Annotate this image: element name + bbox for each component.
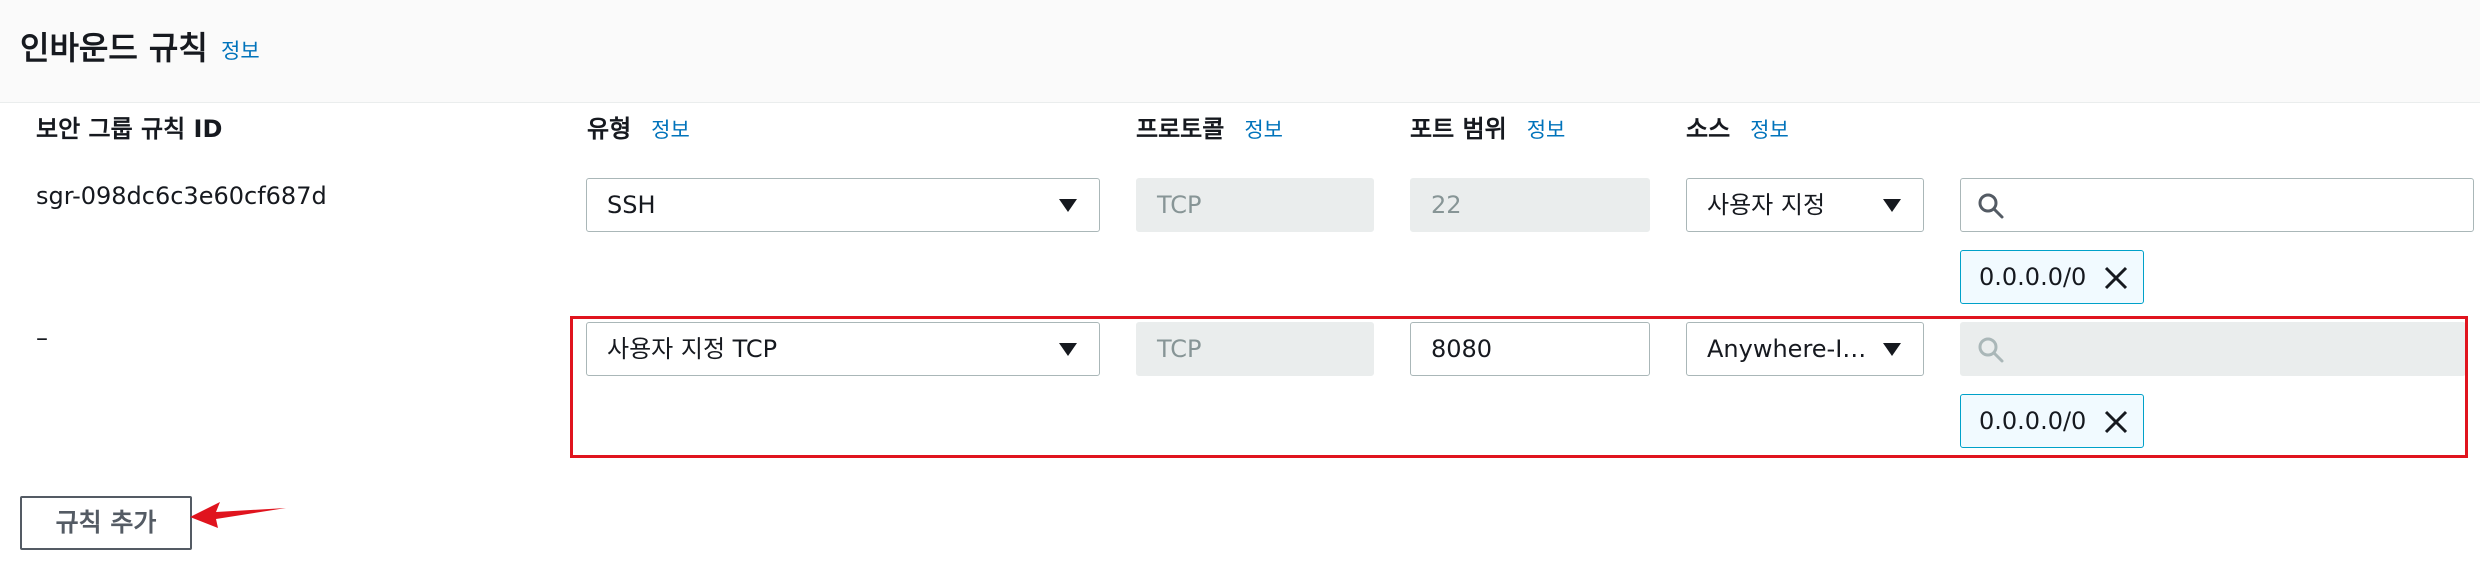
page-title: 인바운드 규칙: [20, 29, 208, 67]
column-header-rule-id: 보안 그룹 규칙 ID: [36, 112, 222, 146]
cidr-token: 0.0.0.0/0: [1960, 250, 2144, 304]
column-label: 보안 그룹 규칙 ID: [36, 115, 223, 143]
column-header-type: 유형 정보: [587, 112, 690, 147]
type-info-link[interactable]: 정보: [651, 118, 690, 142]
column-header-source: 소스 정보: [1686, 112, 1789, 147]
source-search-input[interactable]: [1960, 178, 2474, 232]
rule-id: –: [36, 324, 48, 352]
cidr-token-label: 0.0.0.0/0: [1979, 263, 2087, 291]
panel-header: 인바운드 규칙 정보: [0, 0, 2480, 103]
source-info-link[interactable]: 정보: [1750, 118, 1789, 142]
column-label: 포트 범위: [1410, 115, 1507, 143]
type-select-value: SSH: [607, 191, 656, 219]
arrow-annotation: [190, 502, 286, 528]
column-header-protocol: 프로토콜 정보: [1136, 112, 1283, 147]
search-icon: [1978, 193, 2004, 219]
port-range-field: 22: [1410, 178, 1650, 232]
close-icon[interactable]: [2103, 265, 2129, 291]
column-label: 프로토콜: [1136, 115, 1225, 143]
rule-id: sgr-098dc6c3e60cf687d: [36, 182, 327, 210]
highlight-box: [570, 316, 2468, 458]
type-select[interactable]: SSH: [586, 178, 1100, 232]
column-label: 유형: [587, 115, 632, 143]
port-info-link[interactable]: 정보: [1527, 118, 1566, 142]
source-select-value: 사용자 지정: [1707, 191, 1826, 219]
header-info-link[interactable]: 정보: [221, 36, 260, 66]
column-label: 소스: [1686, 115, 1731, 143]
protocol-info-link[interactable]: 정보: [1244, 118, 1283, 142]
source-select[interactable]: 사용자 지정: [1686, 178, 1924, 232]
column-header-port-range: 포트 범위 정보: [1410, 112, 1565, 147]
add-rule-button[interactable]: 규칙 추가: [20, 496, 192, 550]
caret-down-icon: [1883, 199, 1901, 212]
caret-down-icon: [1059, 199, 1077, 212]
protocol-field: TCP: [1136, 178, 1374, 232]
